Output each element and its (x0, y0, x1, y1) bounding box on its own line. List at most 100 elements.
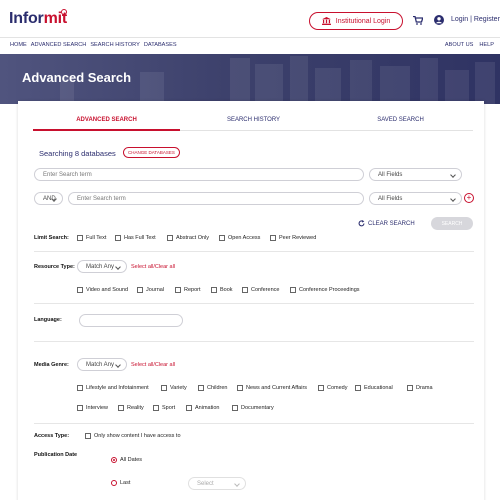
genre-animation[interactable]: Animation (186, 405, 219, 411)
pubdate-select-value: Select (197, 480, 214, 487)
option-label: Full Text (86, 235, 107, 241)
nav-home[interactable]: HOME (10, 42, 27, 48)
searching-prefix: Searching (39, 149, 73, 158)
user-icon[interactable] (434, 15, 444, 25)
genre-match-select[interactable]: Match Any (77, 358, 127, 371)
tab-saved-search[interactable]: SAVED SEARCH (327, 117, 474, 131)
language-input[interactable] (79, 314, 183, 327)
search-term-input-1[interactable]: Enter Search term (34, 168, 364, 181)
genre-lifestyle[interactable]: Lifestyle and Infotainment (77, 385, 149, 391)
login-register-link[interactable]: Login | Register (451, 16, 500, 23)
checkbox-icon (137, 287, 143, 293)
checkbox-icon (211, 287, 217, 293)
pubdate-last-select[interactable]: Select (188, 477, 246, 490)
add-row-icon[interactable]: + (464, 193, 474, 203)
access-type-label: Access Type: (34, 433, 70, 439)
checkbox-icon (77, 405, 83, 411)
option-label: Journal (146, 287, 165, 293)
resource-select-all-link[interactable]: Select all/Clear all (131, 264, 175, 270)
genre-documentary[interactable]: Documentary (232, 405, 274, 411)
genre-sport[interactable]: Sport (153, 405, 175, 411)
option-label: Report (184, 287, 201, 293)
institutional-login-button[interactable]: Institutional Login (309, 12, 403, 30)
checkbox-icon (85, 433, 91, 439)
checkbox-icon (237, 385, 243, 391)
search-button[interactable]: SEARCH (431, 217, 473, 230)
radio-icon (111, 480, 117, 486)
genre-match-value: Match Any (86, 361, 115, 368)
field-select-2[interactable]: All Fields (369, 192, 462, 205)
cart-icon[interactable] (413, 16, 423, 25)
option-label: Variety (170, 385, 187, 391)
genre-drama[interactable]: Drama (407, 385, 433, 391)
checkbox-icon (161, 385, 167, 391)
option-label: Only show content I have access to (94, 433, 181, 439)
informit-logo[interactable]: Informit (9, 10, 67, 28)
limit-search-label: Limit Search: (34, 235, 69, 241)
checkbox-icon (153, 405, 159, 411)
limit-peer-reviewed[interactable]: Peer Reviewed (270, 235, 316, 241)
search-term-input-2[interactable]: Enter Search term (68, 192, 364, 205)
checkbox-icon (318, 385, 324, 391)
option-label: Lifestyle and Infotainment (86, 385, 149, 391)
advanced-search-card: ADVANCED SEARCH SEARCH HISTORY SAVED SEA… (18, 101, 484, 500)
limit-has-full-text[interactable]: Has Full Text (115, 235, 156, 241)
logo-text-part1: Infor (9, 10, 44, 27)
divider (34, 423, 474, 424)
checkbox-icon (355, 385, 361, 391)
genre-select-all-link[interactable]: Select all/Clear all (131, 362, 175, 368)
resource-journal[interactable]: Journal (137, 287, 164, 293)
resource-conference[interactable]: Conference (242, 287, 279, 293)
change-databases-button[interactable]: CHANGE DATABASES (123, 147, 180, 158)
nav-advanced-search[interactable]: ADVANCED SEARCH (31, 42, 87, 48)
pubdate-all-dates-radio[interactable]: All Dates (111, 457, 142, 463)
divider (34, 251, 474, 252)
checkbox-icon (167, 235, 173, 241)
operator-select[interactable]: AND (34, 192, 63, 205)
genre-children[interactable]: Children (198, 385, 227, 391)
option-label: Abstract Only (176, 235, 210, 241)
field-select-1-value: All Fields (378, 171, 403, 178)
tab-advanced-search[interactable]: ADVANCED SEARCH (33, 117, 180, 131)
genre-comedy[interactable]: Comedy (318, 385, 347, 391)
limit-open-access[interactable]: Open Access (219, 235, 260, 241)
nav-about-us[interactable]: ABOUT US (445, 42, 474, 48)
genre-educational[interactable]: Educational (355, 385, 393, 391)
resource-match-select[interactable]: Match Any (77, 260, 127, 273)
resource-report[interactable]: Report (175, 287, 201, 293)
nav-databases[interactable]: DATABASES (144, 42, 177, 48)
database-count: 8 databases (74, 149, 116, 158)
access-only-mine[interactable]: Only show content I have access to (85, 433, 181, 439)
resource-book[interactable]: Book (211, 287, 233, 293)
nav-search-history[interactable]: SEARCH HISTORY (90, 42, 140, 48)
field-select-1[interactable]: All Fields (369, 168, 462, 181)
genre-interview[interactable]: Interview (77, 405, 108, 411)
pubdate-last-radio[interactable]: Last (111, 480, 130, 486)
option-label: Book (220, 287, 233, 293)
resource-match-value: Match Any (86, 263, 115, 270)
resource-video-and-sound[interactable]: Video and Sound (77, 287, 128, 293)
genre-reality[interactable]: Reality (118, 405, 144, 411)
radio-selected-icon (111, 457, 117, 463)
limit-full-text[interactable]: Full Text (77, 235, 106, 241)
page-title: Advanced Search (22, 70, 132, 85)
checkbox-icon (77, 385, 83, 391)
option-label: Open Access (228, 235, 261, 241)
nav-help[interactable]: HELP (479, 42, 494, 48)
option-label: Has Full Text (124, 235, 156, 241)
checkbox-icon (270, 235, 276, 241)
checkbox-icon (407, 385, 413, 391)
genre-variety[interactable]: Variety (161, 385, 187, 391)
checkbox-icon (242, 287, 248, 293)
tab-search-history[interactable]: SEARCH HISTORY (180, 117, 327, 131)
checkbox-icon (77, 235, 83, 241)
resource-conference-proceedings[interactable]: Conference Proceedings (290, 287, 360, 293)
institutional-login-label: Institutional Login (335, 17, 391, 25)
top-bar: Informit Institutional Login Login | Reg… (0, 0, 500, 38)
chevron-down-icon (450, 172, 456, 178)
genre-news[interactable]: News and Current Affairs (237, 385, 307, 391)
clear-search-button[interactable]: CLEAR SEARCH (358, 220, 415, 227)
limit-abstract-only[interactable]: Abstract Only (167, 235, 209, 241)
option-label: Peer Reviewed (279, 235, 317, 241)
option-label: Sport (162, 405, 176, 411)
